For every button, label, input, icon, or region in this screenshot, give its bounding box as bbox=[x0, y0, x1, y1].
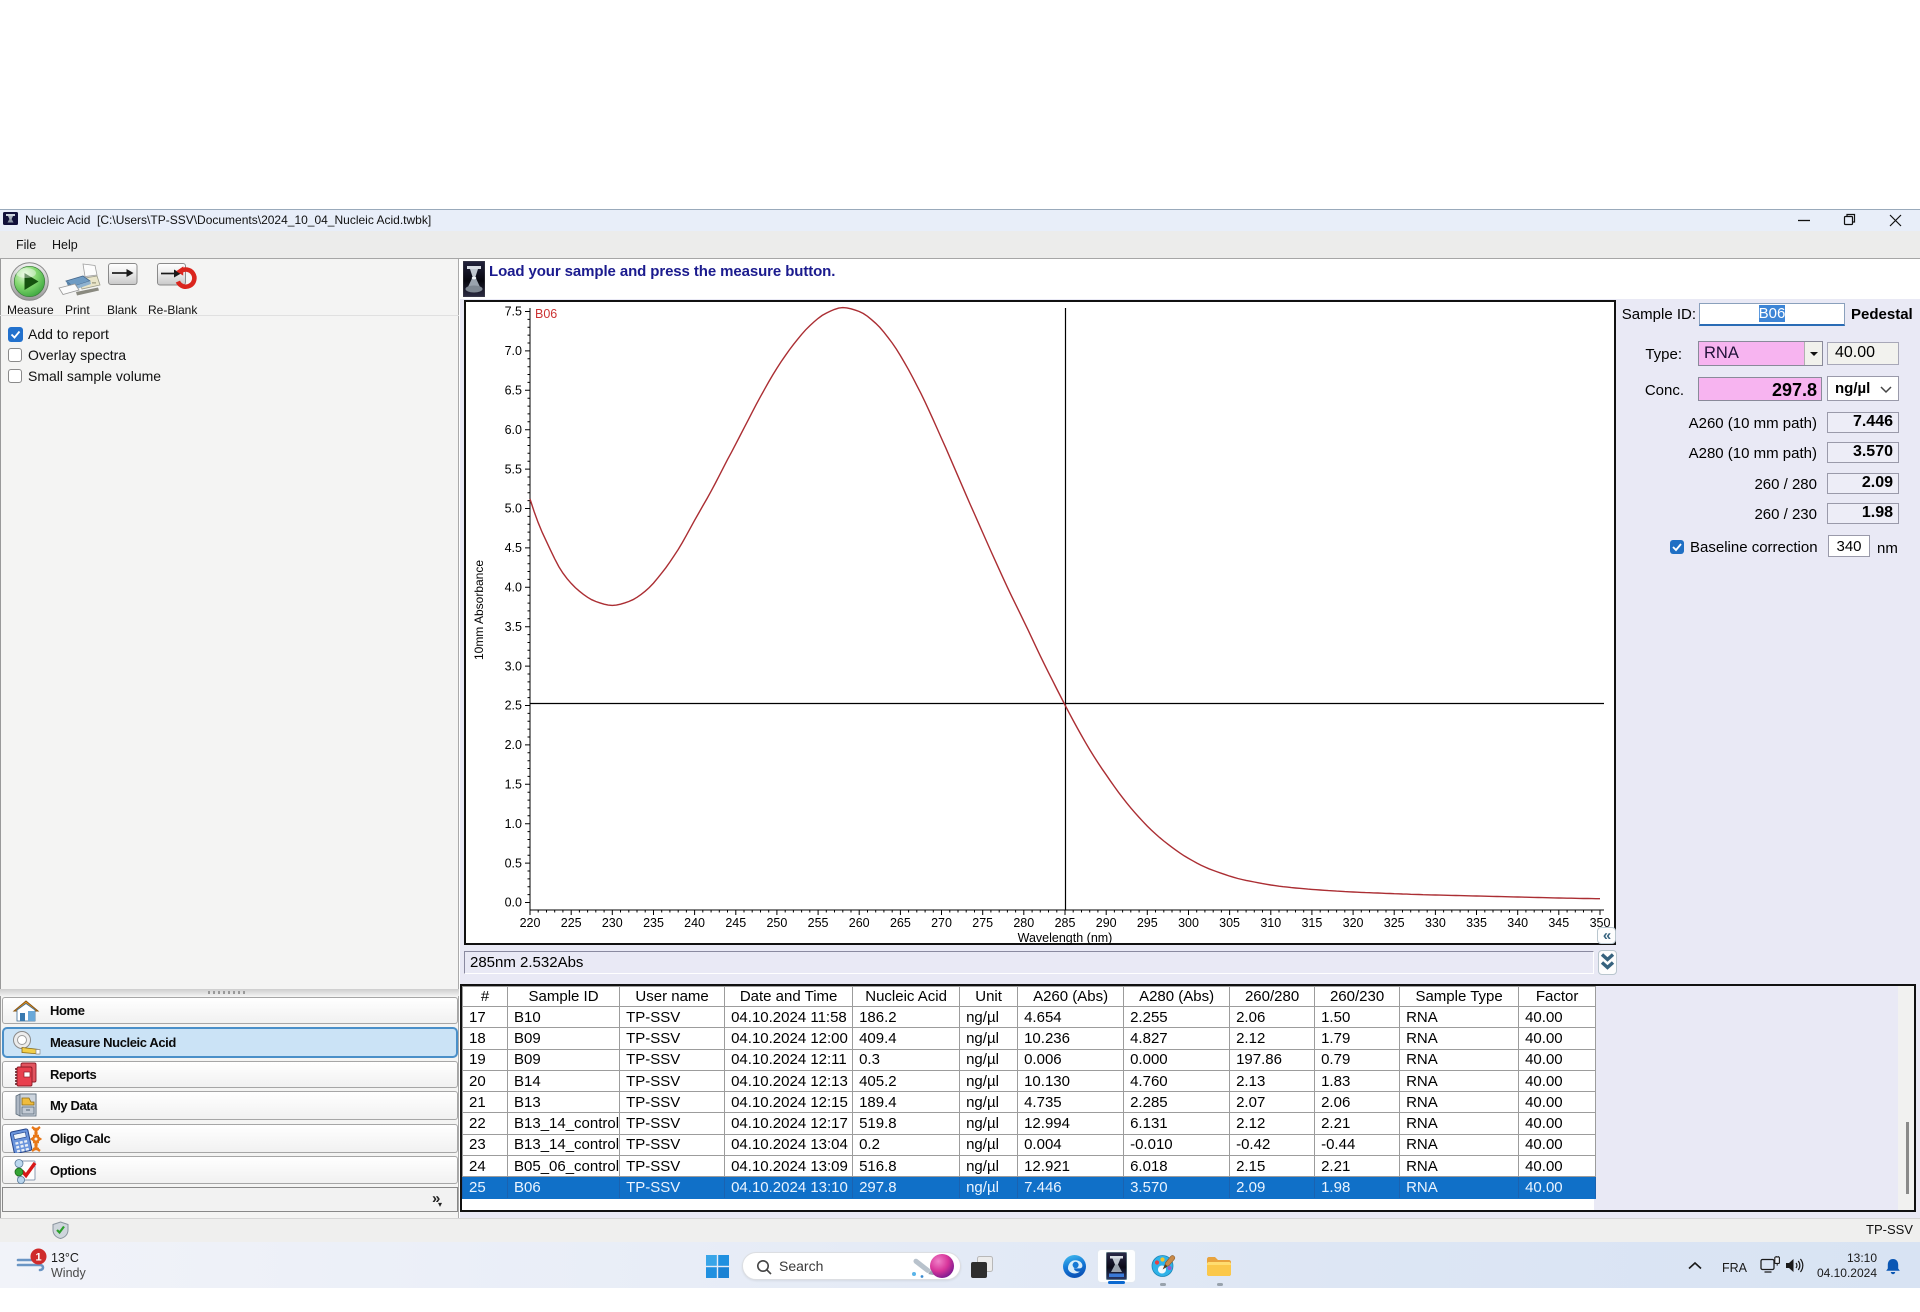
svg-text:320: 320 bbox=[1343, 916, 1364, 930]
svg-text:0.0: 0.0 bbox=[505, 896, 522, 910]
svg-text:235: 235 bbox=[643, 916, 664, 930]
svg-text:7.5: 7.5 bbox=[505, 305, 522, 319]
svg-text:225: 225 bbox=[561, 916, 582, 930]
svg-text:3.5: 3.5 bbox=[505, 620, 522, 634]
svg-text:240: 240 bbox=[684, 916, 705, 930]
svg-text:330: 330 bbox=[1425, 916, 1446, 930]
svg-text:Wavelength (nm): Wavelength (nm) bbox=[1018, 931, 1113, 945]
svg-text:265: 265 bbox=[890, 916, 911, 930]
svg-text:220: 220 bbox=[520, 916, 541, 930]
svg-text:1.5: 1.5 bbox=[505, 778, 522, 792]
svg-text:290: 290 bbox=[1096, 916, 1117, 930]
svg-text:255: 255 bbox=[808, 916, 829, 930]
svg-text:4.5: 4.5 bbox=[505, 541, 522, 555]
svg-text:270: 270 bbox=[931, 916, 952, 930]
svg-text:0.5: 0.5 bbox=[505, 856, 522, 870]
svg-text:3.0: 3.0 bbox=[505, 659, 522, 673]
svg-text:B06: B06 bbox=[535, 307, 557, 321]
svg-text:305: 305 bbox=[1219, 916, 1240, 930]
svg-text:260: 260 bbox=[849, 916, 870, 930]
svg-text:325: 325 bbox=[1384, 916, 1405, 930]
svg-text:4.0: 4.0 bbox=[505, 581, 522, 595]
svg-text:335: 335 bbox=[1466, 916, 1487, 930]
svg-text:315: 315 bbox=[1301, 916, 1322, 930]
svg-text:10mm Absorbance: 10mm Absorbance bbox=[472, 560, 486, 660]
svg-text:340: 340 bbox=[1507, 916, 1528, 930]
svg-text:310: 310 bbox=[1260, 916, 1281, 930]
svg-text:6.5: 6.5 bbox=[505, 384, 522, 398]
svg-text:300: 300 bbox=[1178, 916, 1199, 930]
svg-text:250: 250 bbox=[766, 916, 787, 930]
svg-text:2.5: 2.5 bbox=[505, 699, 522, 713]
svg-text:345: 345 bbox=[1548, 916, 1569, 930]
svg-text:7.0: 7.0 bbox=[505, 344, 522, 358]
svg-text:1.0: 1.0 bbox=[505, 817, 522, 831]
svg-text:5.0: 5.0 bbox=[505, 502, 522, 516]
svg-text:1: 1 bbox=[35, 1252, 41, 1264]
svg-text:285: 285 bbox=[1055, 916, 1076, 930]
svg-text:5.5: 5.5 bbox=[505, 462, 522, 476]
svg-text:295: 295 bbox=[1137, 916, 1158, 930]
svg-text:6.0: 6.0 bbox=[505, 423, 522, 437]
svg-text:280: 280 bbox=[1013, 916, 1034, 930]
svg-text:275: 275 bbox=[972, 916, 993, 930]
svg-text:230: 230 bbox=[602, 916, 623, 930]
svg-text:2.0: 2.0 bbox=[505, 738, 522, 752]
svg-text:245: 245 bbox=[725, 916, 746, 930]
